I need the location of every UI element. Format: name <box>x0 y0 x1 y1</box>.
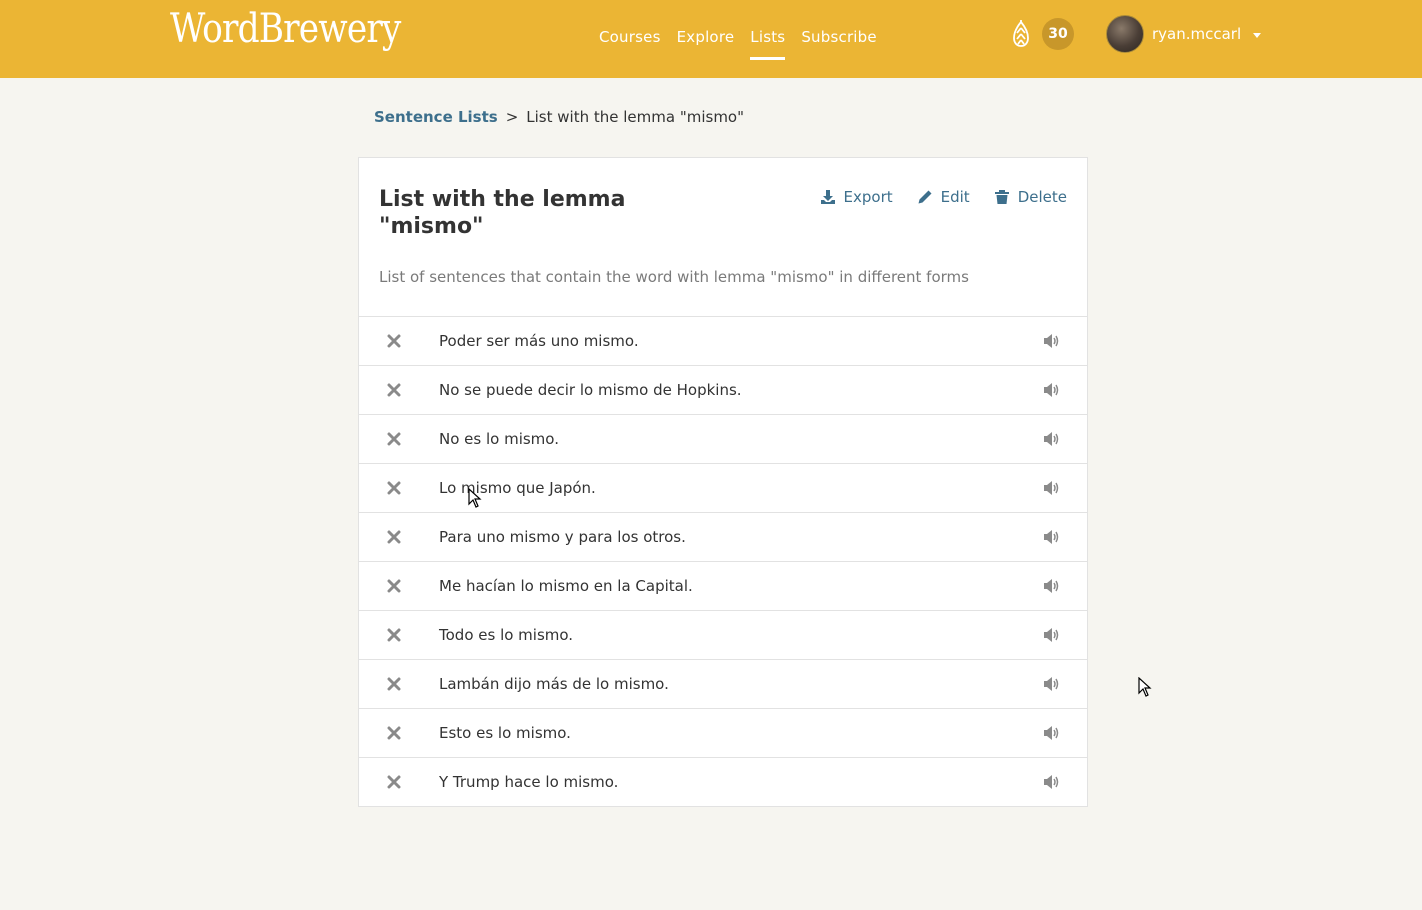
speaker-icon <box>1044 334 1059 348</box>
sentence-text: Esto es lo mismo. <box>439 724 571 742</box>
mouse-cursor-icon <box>1138 677 1152 697</box>
sentence-text: Lo mismo que Japón. <box>439 479 596 497</box>
export-button[interactable]: Export <box>820 188 893 206</box>
points-indicator[interactable]: 30 <box>1008 18 1074 50</box>
nav-explore[interactable]: Explore <box>677 28 735 46</box>
sentence-row: Me hacían lo mismo en la Capital. <box>359 562 1087 611</box>
sentence-row: Esto es lo mismo. <box>359 709 1087 758</box>
delete-button[interactable]: Delete <box>994 188 1067 206</box>
close-icon <box>387 579 401 593</box>
speaker-icon <box>1044 579 1059 593</box>
edit-button[interactable]: Edit <box>917 188 970 206</box>
remove-sentence-button[interactable] <box>387 676 401 691</box>
sentence-text: Todo es lo mismo. <box>439 626 574 644</box>
username: ryan.mccarl <box>1152 25 1242 43</box>
speaker-icon <box>1044 481 1059 495</box>
speaker-icon <box>1044 677 1059 691</box>
sentence-text: Lambán dijo más de lo mismo. <box>439 675 669 693</box>
top-navbar: WordBrewery Courses Explore Lists Subscr… <box>0 0 1422 78</box>
remove-sentence-button[interactable] <box>387 529 401 544</box>
list-actions: Export Edit Delete <box>820 188 1067 206</box>
export-label: Export <box>843 188 893 206</box>
speaker-icon <box>1044 775 1059 789</box>
close-icon <box>387 481 401 495</box>
play-audio-button[interactable] <box>1043 627 1061 643</box>
list-description: List of sentences that contain the word … <box>379 268 969 286</box>
close-icon <box>387 677 401 691</box>
sentence-row: Y Trump hace lo mismo. <box>359 758 1087 807</box>
delete-label: Delete <box>1017 188 1067 206</box>
sentence-text: No es lo mismo. <box>439 430 559 448</box>
breadcrumb: Sentence Lists > List with the lemma "mi… <box>374 108 744 126</box>
play-audio-button[interactable] <box>1043 333 1061 349</box>
remove-sentence-button[interactable] <box>387 578 401 593</box>
sentence-list: Poder ser más uno mismo. No se puede dec… <box>359 317 1087 807</box>
remove-sentence-button[interactable] <box>387 480 401 495</box>
remove-sentence-button[interactable] <box>387 725 401 740</box>
play-audio-button[interactable] <box>1043 725 1061 741</box>
mouse-cursor-icon <box>468 488 482 508</box>
play-audio-button[interactable] <box>1043 382 1061 398</box>
main-nav: Courses Explore Lists Subscribe <box>599 28 877 60</box>
nav-subscribe[interactable]: Subscribe <box>801 28 877 46</box>
play-audio-button[interactable] <box>1043 774 1061 790</box>
sentence-row: Para uno mismo y para los otros. <box>359 513 1087 562</box>
nav-lists[interactable]: Lists <box>750 28 786 60</box>
remove-sentence-button[interactable] <box>387 774 401 789</box>
close-icon <box>387 334 401 348</box>
remove-sentence-button[interactable] <box>387 382 401 397</box>
sentence-row: No es lo mismo. <box>359 415 1087 464</box>
sentence-text: Me hacían lo mismo en la Capital. <box>439 577 693 595</box>
speaker-icon <box>1044 383 1059 397</box>
points-badge: 30 <box>1042 18 1074 50</box>
play-audio-button[interactable] <box>1043 431 1061 447</box>
play-audio-button[interactable] <box>1043 676 1061 692</box>
close-icon <box>387 432 401 446</box>
chevron-down-icon <box>1253 32 1262 38</box>
close-icon <box>387 726 401 740</box>
sentence-text: No se puede decir lo mismo de Hopkins. <box>439 381 742 399</box>
play-audio-button[interactable] <box>1043 529 1061 545</box>
page-title: List with the lemma "mismo" <box>379 187 626 239</box>
sentence-text: Para uno mismo y para los otros. <box>439 528 686 546</box>
sentence-row: Todo es lo mismo. <box>359 611 1087 660</box>
speaker-icon <box>1044 530 1059 544</box>
sentence-text: Poder ser más uno mismo. <box>439 332 639 350</box>
speaker-icon <box>1044 726 1059 740</box>
close-icon <box>387 775 401 789</box>
play-audio-button[interactable] <box>1043 480 1061 496</box>
sentence-row: No se puede decir lo mismo de Hopkins. <box>359 366 1087 415</box>
close-icon <box>387 530 401 544</box>
remove-sentence-button[interactable] <box>387 431 401 446</box>
breadcrumb-sentence-lists[interactable]: Sentence Lists <box>374 108 498 126</box>
list-header: List with the lemma "mismo" Export Edit … <box>359 158 1087 317</box>
sentence-row: Poder ser más uno mismo. <box>359 317 1087 366</box>
user-menu[interactable]: ryan.mccarl <box>1106 15 1262 53</box>
nav-courses[interactable]: Courses <box>599 28 661 46</box>
play-audio-button[interactable] <box>1043 578 1061 594</box>
list-card: List with the lemma "mismo" Export Edit … <box>358 157 1088 807</box>
speaker-icon <box>1044 628 1059 642</box>
wordbrewery-logo[interactable]: WordBrewery <box>170 6 401 52</box>
close-icon <box>387 628 401 642</box>
trash-icon <box>994 190 1009 204</box>
pencil-icon <box>918 190 932 204</box>
hops-icon <box>1013 20 1029 47</box>
speaker-icon <box>1044 432 1059 446</box>
remove-sentence-button[interactable] <box>387 333 401 348</box>
sentence-text: Y Trump hace lo mismo. <box>439 773 619 791</box>
remove-sentence-button[interactable] <box>387 627 401 642</box>
breadcrumb-separator: > <box>505 108 519 126</box>
avatar <box>1106 15 1144 53</box>
close-icon <box>387 383 401 397</box>
download-icon <box>820 190 835 204</box>
edit-label: Edit <box>940 188 970 206</box>
sentence-row: Lambán dijo más de lo mismo. <box>359 660 1087 709</box>
breadcrumb-current: List with the lemma "mismo" <box>526 108 745 126</box>
